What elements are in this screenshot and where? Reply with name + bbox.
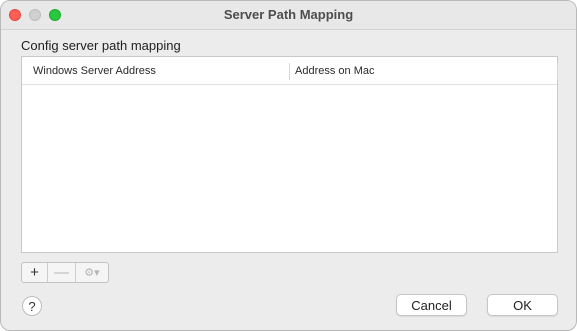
window-title: Server Path Mapping bbox=[223, 7, 354, 22]
actions-menu-button[interactable]: ⚙▾ bbox=[76, 263, 108, 282]
section-label: Config server path mapping bbox=[21, 38, 181, 53]
add-mapping-button[interactable]: + bbox=[22, 263, 48, 282]
question-mark-icon: ? bbox=[28, 298, 36, 314]
column-separator bbox=[289, 63, 290, 80]
column-header-windows-server-address[interactable]: Windows Server Address bbox=[33, 65, 156, 77]
title-bar: Server Path Mapping bbox=[1, 1, 576, 30]
help-button[interactable]: ? bbox=[22, 296, 42, 316]
gear-icon: ⚙▾ bbox=[84, 267, 100, 279]
minus-icon: — bbox=[54, 264, 69, 281]
table-toolbar: + — ⚙▾ bbox=[21, 262, 109, 283]
column-separator bbox=[557, 63, 558, 80]
mapping-table[interactable]: Windows Server Address Address on Mac bbox=[21, 56, 558, 253]
column-header-address-on-mac[interactable]: Address on Mac bbox=[295, 65, 374, 77]
remove-mapping-button[interactable]: — bbox=[48, 263, 76, 282]
server-path-mapping-window: Server Path Mapping Config server path m… bbox=[0, 0, 577, 331]
table-body[interactable] bbox=[22, 85, 557, 252]
table-header: Windows Server Address Address on Mac bbox=[22, 57, 558, 85]
plus-icon: + bbox=[30, 264, 39, 281]
cancel-button[interactable]: Cancel bbox=[396, 294, 467, 316]
ok-button[interactable]: OK bbox=[487, 294, 558, 316]
